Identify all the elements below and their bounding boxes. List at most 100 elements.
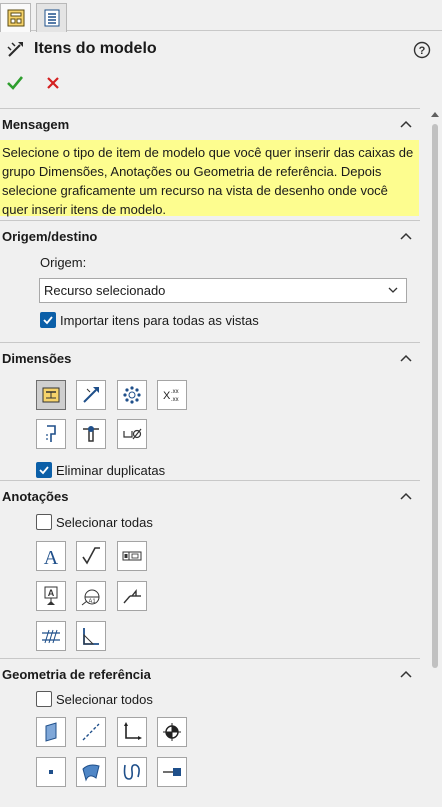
model-items-icon (7, 42, 23, 57)
svg-text:X: X (163, 390, 171, 402)
curves-button[interactable] (117, 757, 147, 787)
diameter-icon (123, 428, 142, 440)
property-manager-icon (7, 9, 24, 27)
marked-for-drawing-dimension-button[interactable] (36, 380, 66, 410)
weld-symbol-icon (123, 589, 141, 604)
axis-icon (82, 723, 100, 741)
svg-text:.xx: .xx (171, 397, 179, 403)
dimension-arrow-icon (83, 387, 99, 403)
help-icon[interactable]: ? (413, 41, 431, 59)
reference-geometry-section-header[interactable]: Geometria de referência (0, 659, 420, 689)
origin-select-value: Recurso selecionado (44, 283, 166, 298)
svg-text:A1: A1 (88, 599, 96, 605)
cosmetic-thread-button[interactable] (36, 621, 66, 651)
svg-text:?: ? (419, 45, 426, 57)
origin-icon (163, 723, 181, 741)
eliminate-duplicates-checkbox[interactable]: Eliminar duplicatas (36, 462, 165, 478)
surface-finish-icon (82, 547, 100, 565)
collapse-icon (400, 354, 412, 362)
cosmetic-thread-icon (42, 629, 60, 644)
vertical-scrollbar[interactable] (428, 108, 442, 807)
dimensions-section-title: Dimensões (2, 350, 72, 366)
origin-label: Origem: (40, 255, 87, 270)
annotations-section: Anotações Selecionar todas A A A1 (0, 480, 420, 658)
hole-callout-button[interactable] (36, 419, 66, 449)
check-icon (7, 76, 24, 90)
feature-tree-icon (44, 9, 59, 27)
planes-button[interactable] (36, 717, 66, 747)
hole-pattern-icon (123, 386, 141, 404)
chevron-down-icon (388, 287, 398, 293)
collapse-icon (400, 670, 412, 678)
reference-geometry-section-title: Geometria de referência (2, 666, 151, 682)
note-button[interactable]: A (36, 541, 66, 571)
source-destination-section: Origem/destino Origem: Recurso seleciona… (0, 220, 420, 342)
points-button[interactable] (36, 757, 66, 787)
annotations-section-header[interactable]: Anotações (0, 481, 420, 511)
origins-button[interactable] (157, 717, 187, 747)
datum-feature-icon: A (44, 586, 58, 605)
surface-icon (82, 764, 100, 782)
tab-feature-tree[interactable] (36, 3, 67, 32)
svg-text:A: A (48, 588, 55, 598)
cancel-button[interactable] (42, 72, 64, 94)
message-section: Mensagem Selecione o tipo de item de mod… (0, 108, 420, 220)
reference-select-all-checkbox[interactable]: Selecionar todos (36, 691, 153, 707)
hole-diameter-button[interactable] (117, 419, 147, 449)
datum-target-icon: A1 (81, 589, 100, 606)
source-section-header[interactable]: Origem/destino (0, 221, 420, 251)
note-text-icon: A (44, 547, 59, 567)
surface-finish-button[interactable] (76, 541, 106, 571)
coordinate-systems-button[interactable] (117, 717, 147, 747)
tolerance-dimension-button[interactable]: X .xx .xx (157, 380, 187, 410)
datum-feature-button[interactable]: A (36, 581, 66, 611)
dimensions-section-header[interactable]: Dimensões (0, 343, 420, 373)
panel-header: Itens do modelo ? (0, 32, 442, 108)
ok-button[interactable] (4, 72, 26, 94)
message-text: Selecione o tipo de item de modelo que v… (0, 140, 419, 217)
panel-title: Itens do modelo (34, 40, 157, 57)
curve-icon (123, 764, 140, 780)
geometric-tolerance-button[interactable] (117, 541, 147, 571)
axes-button[interactable] (76, 717, 106, 747)
manager-tab-bar (0, 0, 442, 32)
geometric-tolerance-icon (122, 551, 142, 561)
checkbox-unchecked-icon (36, 514, 52, 530)
dimensions-section: Dimensões X .xx .xx Eliminar duplicatas (0, 342, 420, 480)
property-panel: Mensagem Selecione o tipo de item de mod… (0, 108, 428, 807)
eliminate-duplicates-label: Eliminar duplicatas (56, 462, 166, 478)
checkbox-checked-icon (40, 312, 56, 328)
svg-text:A: A (44, 547, 59, 567)
instance-count-button[interactable] (117, 380, 147, 410)
message-section-title: Mensagem (2, 116, 70, 132)
reference-geometry-section: Geometria de referência Selecionar todos (0, 658, 420, 807)
plane-icon (45, 722, 57, 742)
annotations-section-title: Anotações (2, 488, 69, 504)
tolerance-icon: X .xx .xx (163, 389, 179, 403)
hole-wizard-locations-button[interactable] (76, 419, 106, 449)
reference-select-all-label: Selecionar todos (56, 691, 153, 707)
point-icon (49, 770, 53, 774)
surfaces-button[interactable] (76, 757, 106, 787)
scroll-up-icon[interactable] (431, 112, 439, 117)
svg-text:.xx: .xx (171, 389, 179, 395)
import-all-views-checkbox[interactable]: Importar itens para todas as vistas (40, 312, 259, 328)
dimension-marked-icon (42, 387, 60, 403)
scrollbar-thumb[interactable] (432, 124, 438, 668)
not-marked-dimension-button[interactable] (76, 380, 106, 410)
annotations-select-all-label: Selecionar todas (56, 514, 153, 530)
collapse-icon (400, 120, 412, 128)
datum-target-button[interactable]: A1 (76, 581, 106, 611)
tab-property-manager[interactable] (0, 3, 31, 32)
weld-bead-button[interactable] (76, 621, 106, 651)
origin-select[interactable]: Recurso selecionado (39, 278, 407, 303)
message-section-header[interactable]: Mensagem (0, 109, 420, 139)
annotations-select-all-checkbox[interactable]: Selecionar todas (36, 514, 153, 530)
coordinate-system-icon (124, 722, 142, 740)
close-icon (47, 77, 59, 89)
weld-bead-icon (83, 628, 99, 645)
checkbox-checked-icon (36, 462, 52, 478)
hole-callout-icon (46, 425, 56, 442)
routing-points-button[interactable] (157, 757, 187, 787)
weld-symbol-button[interactable] (117, 581, 147, 611)
